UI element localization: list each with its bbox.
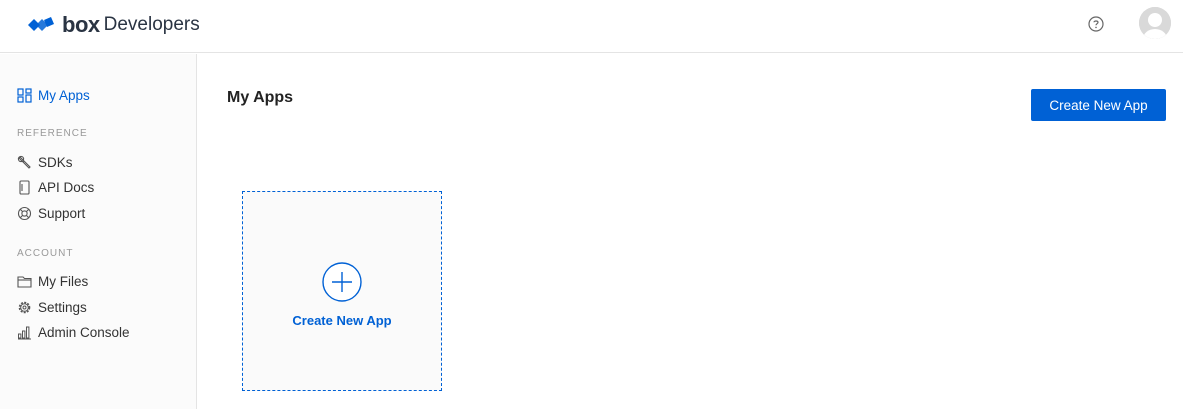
sidebar-item-label: Support <box>38 205 86 221</box>
gear-icon <box>18 301 31 313</box>
sidebar-item-label: API Docs <box>38 179 95 195</box>
sidebar-item-my-apps[interactable]: My Apps <box>17 85 90 105</box>
question-circle-icon[interactable] <box>1088 16 1104 32</box>
sidebar-item-label: SDKs <box>38 154 73 170</box>
folder-icon <box>17 275 32 288</box>
top-bar: box Developers <box>0 0 1183 53</box>
sidebar-item-admin-console[interactable]: Admin Console <box>17 322 130 342</box>
box-logo-icon <box>28 17 54 31</box>
create-new-app-card[interactable]: Create New App <box>242 191 442 391</box>
card-label: Create New App <box>292 313 392 328</box>
bar-chart-icon <box>18 326 31 339</box>
logo-developers-text: Developers <box>103 14 200 35</box>
user-avatar-icon[interactable] <box>1139 7 1171 39</box>
sidebar: My Apps REFERENCE SDKs API Docs Support … <box>0 54 197 409</box>
create-new-app-button[interactable]: Create New App <box>1031 89 1166 121</box>
wrench-icon <box>17 155 31 169</box>
plus-circle-icon <box>322 262 362 302</box>
section-label-reference: REFERENCE <box>17 128 88 139</box>
sidebar-item-label: Settings <box>38 299 87 315</box>
logo-box-text: box <box>62 12 100 37</box>
sidebar-item-my-files[interactable]: My Files <box>17 271 88 291</box>
sidebar-item-label: My Files <box>38 273 89 289</box>
box-developers-logo[interactable]: box Developers <box>26 12 200 38</box>
sidebar-item-label: My Apps <box>38 87 90 103</box>
page-title: My Apps <box>227 89 294 106</box>
lifebuoy-icon <box>17 206 32 220</box>
sidebar-item-support[interactable]: Support <box>17 203 85 223</box>
document-icon <box>19 179 30 195</box>
sidebar-item-label: Admin Console <box>38 324 130 340</box>
sidebar-item-settings[interactable]: Settings <box>17 297 87 317</box>
sidebar-item-sdks[interactable]: SDKs <box>17 152 73 172</box>
grid-icon <box>17 87 32 103</box>
sidebar-item-api-docs[interactable]: API Docs <box>17 177 94 197</box>
section-label-account: ACCOUNT <box>17 248 74 259</box>
